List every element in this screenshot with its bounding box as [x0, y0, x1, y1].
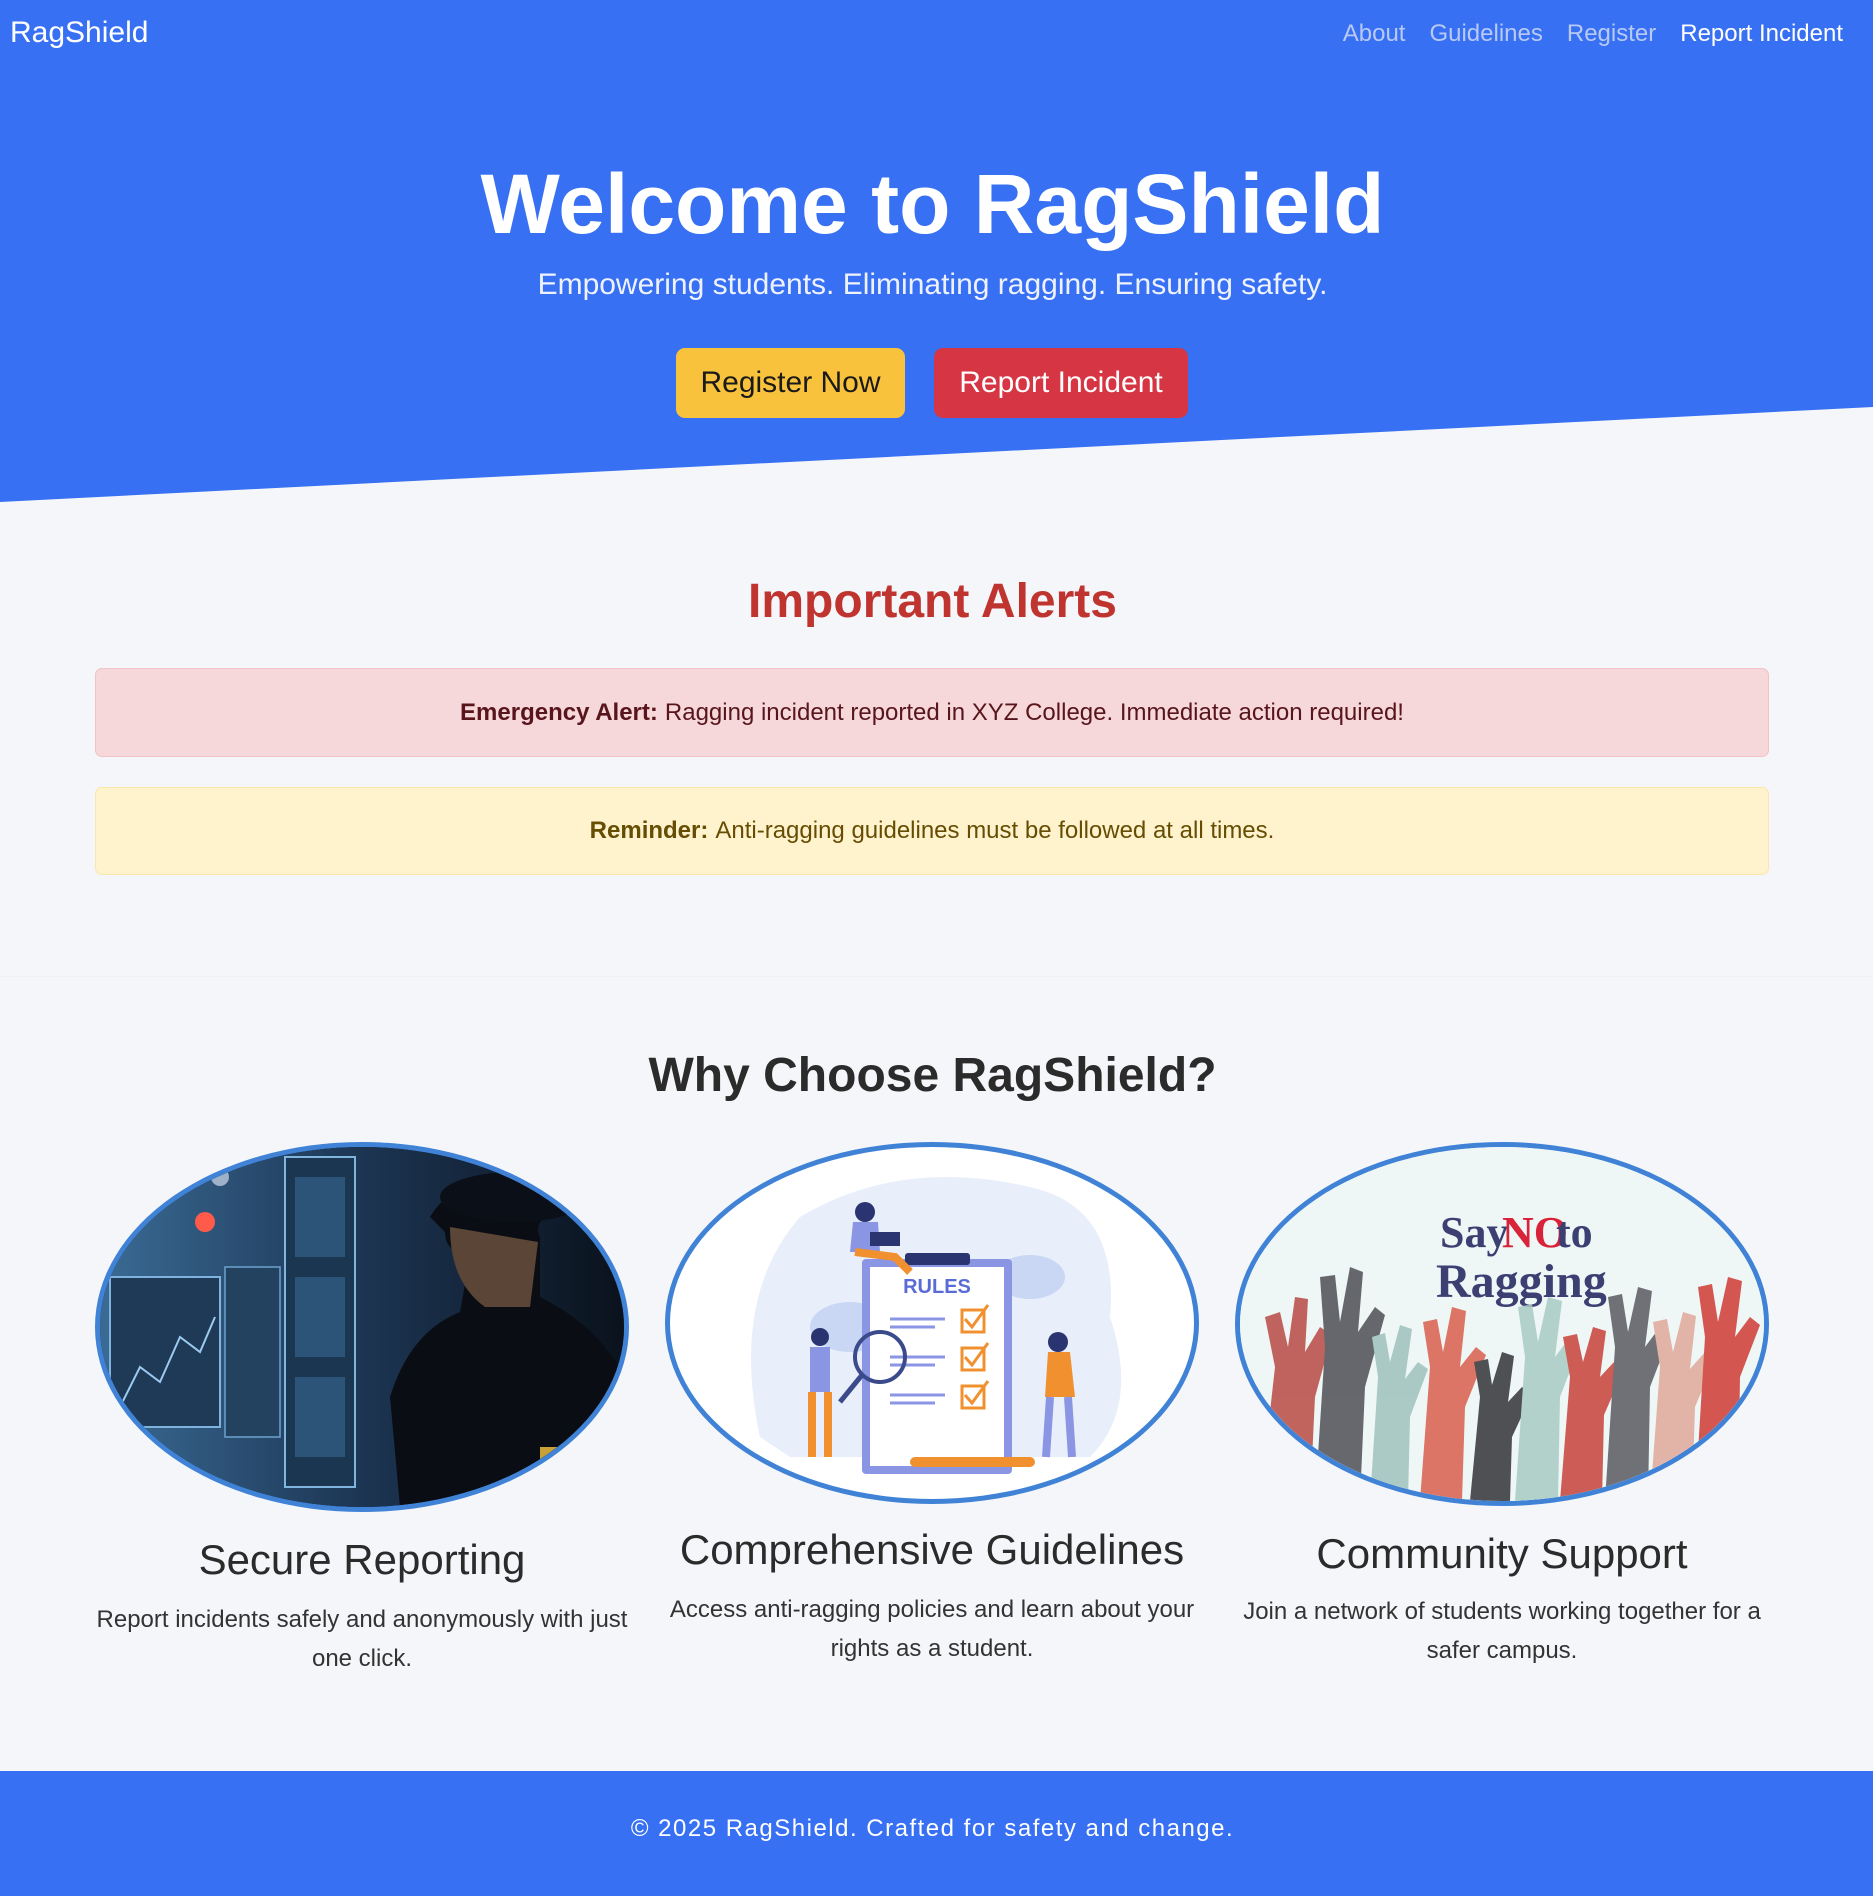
security-officer-illustration — [100, 1147, 624, 1507]
feature-comprehensive-guidelines: RULES Comprehensive Guidelines Access an… — [665, 1142, 1199, 1668]
rules-label: RULES — [903, 1276, 971, 1298]
reminder-alert-label: Reminder: — [589, 817, 709, 844]
nav-links: About Guidelines Register Report Inciden… — [1343, 20, 1843, 48]
to-label: to — [1556, 1208, 1593, 1257]
reminder-alert-text: Anti-ragging guidelines must be followed… — [715, 817, 1275, 844]
section-divider — [0, 976, 1873, 977]
raised-hands-illustration: Say NO to Ragging — [1240, 1147, 1764, 1501]
emergency-alert-label: Emergency Alert: — [460, 698, 658, 726]
hero-section: Welcome to RagShield Empowering students… — [0, 70, 1873, 502]
ragging-label: Ragging — [1436, 1255, 1607, 1308]
emergency-alert: Emergency Alert: Ragging incident report… — [95, 668, 1769, 757]
say-label: Say — [1440, 1208, 1508, 1257]
say-no-to-ragging-image: Say NO to Ragging — [1235, 1142, 1769, 1506]
register-now-button[interactable]: Register Now — [676, 348, 905, 418]
nav-link-guidelines[interactable]: Guidelines — [1429, 20, 1542, 48]
report-incident-button[interactable]: Report Incident — [934, 348, 1188, 418]
nav-link-about[interactable]: About — [1343, 20, 1406, 48]
hero-subtitle: Empowering students. Eliminating ragging… — [537, 268, 1328, 301]
feature-description: Join a network of students working toget… — [1243, 1598, 1761, 1664]
feature-description: Access anti-ragging policies and learn a… — [669, 1596, 1195, 1662]
nav-link-report-incident[interactable]: Report Incident — [1680, 20, 1843, 48]
alerts-heading: Important Alerts — [748, 575, 1117, 628]
security-officer-image — [95, 1142, 629, 1512]
footer-copyright: © 2025 RagShield. Crafted for safety and… — [630, 1815, 1235, 1842]
rules-checklist-illustration: RULES — [751, 1177, 1122, 1474]
navbar: RagShield About Guidelines Register Repo… — [0, 0, 1873, 70]
footer: © 2025 RagShield. Crafted for safety and… — [0, 1771, 1873, 1896]
rules-checklist-image: RULES — [665, 1142, 1199, 1504]
features-heading: Why Choose RagShield? — [648, 1049, 1217, 1102]
feature-secure-reporting: Secure Reporting Report incidents safely… — [95, 1142, 629, 1678]
feature-title: Community Support — [1316, 1530, 1688, 1577]
feature-title: Secure Reporting — [198, 1536, 526, 1583]
hero-title: Welcome to RagShield — [480, 157, 1385, 251]
brand-logo-text[interactable]: RagShield — [10, 16, 148, 50]
feature-description: Report incidents safely and anonymously … — [96, 1606, 628, 1672]
emergency-alert-text: Ragging incident reported in XYZ College… — [664, 698, 1404, 726]
feature-title: Comprehensive Guidelines — [679, 1526, 1185, 1573]
nav-link-register[interactable]: Register — [1567, 20, 1656, 48]
feature-community-support: Say NO to Ragging Community Support Join… — [1235, 1142, 1769, 1670]
reminder-alert: Reminder: Anti-ragging guidelines must b… — [95, 787, 1769, 875]
